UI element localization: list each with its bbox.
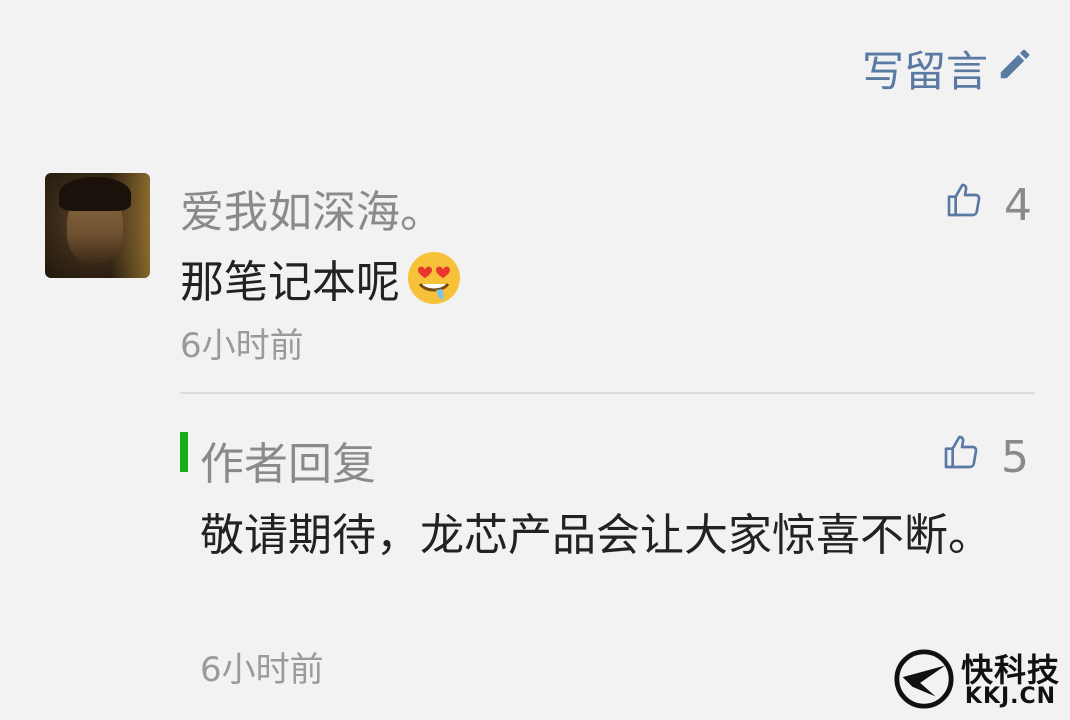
kkj-logo-icon — [893, 648, 955, 714]
comment-like-count: 4 — [1004, 180, 1032, 231]
comment-body: 那笔记本呢 — [180, 246, 462, 310]
reply-text: 敬请期待，龙芯产品会让大家惊喜不断。 — [200, 510, 992, 561]
write-comment-button[interactable]: 写留言 — [862, 38, 1034, 99]
watermark-logo: 快科技 KKJ.CN — [893, 648, 1060, 714]
reply-accent-bar — [180, 432, 188, 472]
reply-like-count: 5 — [1001, 432, 1029, 483]
comment-text: 那笔记本呢 — [180, 257, 400, 308]
reply-title: 作者回复 — [200, 439, 376, 490]
write-comment-label: 写留言 — [861, 47, 988, 96]
reply-like-button[interactable]: 5 — [941, 432, 1029, 483]
pencil-icon — [996, 44, 1034, 93]
avatar[interactable] — [45, 173, 150, 278]
comment-like-button[interactable]: 4 — [944, 180, 1032, 231]
thumbs-up-icon — [944, 180, 984, 231]
heart-eyes-emoji-icon — [406, 250, 462, 306]
comment-time: 6小时前 — [180, 326, 304, 366]
watermark-name: 快科技 — [960, 651, 1060, 689]
comment-nickname: 爱我如深海。 — [180, 187, 444, 238]
watermark-domain: KKJ.CN — [964, 684, 1057, 709]
thumbs-up-icon — [941, 432, 981, 483]
reply-time: 6小时前 — [200, 650, 324, 690]
divider — [180, 392, 1035, 394]
